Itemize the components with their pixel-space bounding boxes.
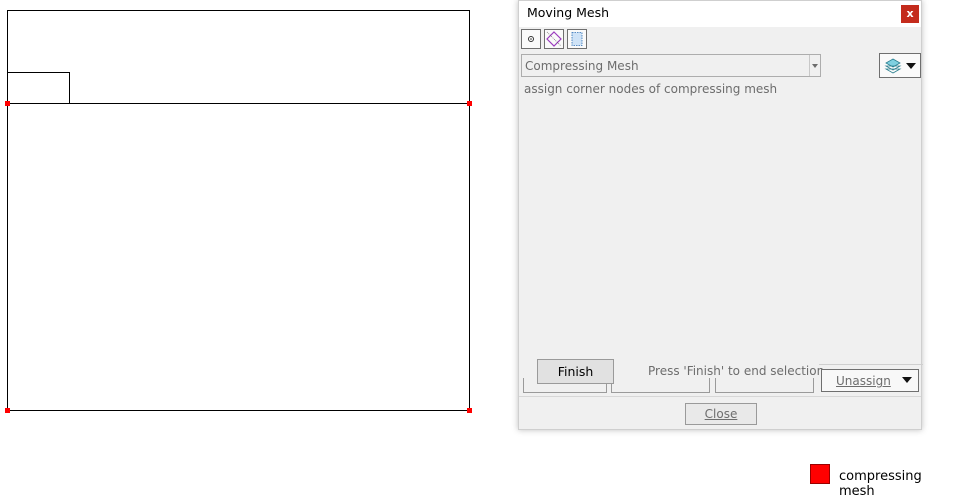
dropdown-arrow-icon (906, 63, 916, 69)
select-polygon-button[interactable] (544, 29, 564, 49)
mesh-type-selected: Compressing Mesh (525, 59, 639, 73)
select-node-button[interactable] (521, 29, 541, 49)
dialog-footer: Close (519, 397, 921, 429)
layer-menu-button[interactable] (879, 53, 921, 78)
small-block-rect[interactable] (7, 72, 70, 104)
corner-node-marker[interactable] (467, 408, 472, 413)
moving-mesh-dialog: Moving Mesh x Compressing Mesh assign co… (518, 0, 923, 430)
unassign-group: Unassign (819, 364, 923, 394)
unassign-label: Unassign (836, 374, 891, 388)
select-polygon-icon (546, 31, 562, 47)
instruction-text: assign corner nodes of compressing mesh (524, 82, 778, 96)
select-area-button[interactable] (567, 29, 587, 49)
dialog-title: Moving Mesh (527, 5, 610, 20)
corner-node-marker[interactable] (5, 101, 10, 106)
layers-icon (884, 58, 902, 74)
corner-node-marker[interactable] (467, 101, 472, 106)
select-node-icon (528, 36, 534, 42)
finish-button[interactable]: Finish (537, 359, 614, 384)
hidden-button[interactable] (715, 378, 814, 393)
dialog-titlebar[interactable]: Moving Mesh x (519, 1, 921, 27)
unassign-button[interactable]: Unassign (821, 369, 919, 392)
close-button[interactable]: Close (685, 403, 757, 425)
legend-label: compressing mesh (839, 469, 922, 499)
mesh-type-select[interactable]: Compressing Mesh (521, 54, 821, 77)
corner-node-marker[interactable] (5, 408, 10, 413)
dropdown-arrow-icon[interactable] (902, 377, 912, 383)
legend-swatch (810, 464, 830, 484)
outer-domain-rect[interactable] (7, 10, 470, 411)
select-area-icon (571, 32, 583, 46)
hidden-button[interactable] (611, 378, 710, 393)
chevron-down-icon[interactable] (809, 55, 820, 76)
close-window-button[interactable]: x (901, 5, 919, 23)
finish-hint-text: Press 'Finish' to end selection (648, 364, 825, 378)
close-icon: x (906, 7, 914, 20)
geometry-view[interactable] (0, 0, 510, 430)
